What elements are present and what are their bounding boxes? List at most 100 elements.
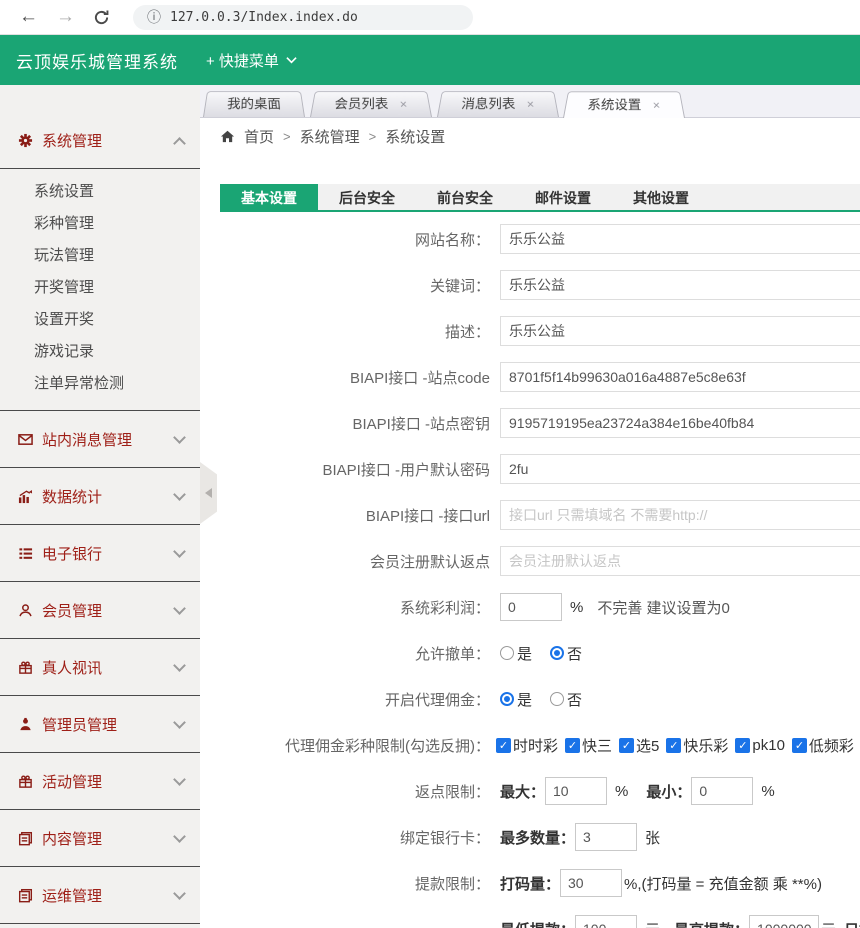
- system-submenu: 系统设置 彩种管理 玩法管理 开奖管理 设置开奖 游戏记录 注单异常检测: [0, 169, 200, 410]
- radio-label[interactable]: 是: [517, 643, 532, 664]
- allow-cancel-yes-radio[interactable]: [500, 646, 514, 660]
- withdraw-min-input[interactable]: [575, 915, 637, 928]
- quick-menu-button[interactable]: + 快捷菜单: [206, 50, 297, 71]
- back-icon[interactable]: ←: [19, 6, 38, 28]
- sidebar-section: 会员管理: [0, 582, 200, 639]
- forward-icon[interactable]: →: [56, 6, 75, 28]
- browser-toolbar: ← → ⓘ 127.0.0.3/Index.index.do: [0, 0, 860, 35]
- site-name-input[interactable]: [500, 224, 860, 254]
- biapi-site-secret-input[interactable]: [500, 408, 860, 438]
- k3-checkbox[interactable]: [565, 738, 580, 753]
- sidebar-item-content-management[interactable]: 内容管理: [0, 810, 200, 866]
- url-bar[interactable]: ⓘ 127.0.0.3/Index.index.do: [133, 5, 473, 30]
- system-profit-input[interactable]: [500, 593, 562, 621]
- envelope-icon: [18, 432, 33, 447]
- unit-label: 元: [645, 919, 660, 928]
- description-input[interactable]: [500, 316, 860, 346]
- tab-basic-settings[interactable]: 基本设置: [220, 184, 318, 212]
- register-rebate-input[interactable]: [500, 546, 860, 576]
- dama-input[interactable]: [560, 869, 622, 897]
- withdraw-max-input[interactable]: [749, 915, 819, 928]
- close-icon[interactable]: ×: [399, 92, 409, 117]
- sidebar-item-live-video[interactable]: 真人视讯: [0, 639, 200, 695]
- field-label: BIAPI接口 -站点code: [220, 367, 490, 388]
- agent-commission-yes-radio[interactable]: [500, 692, 514, 706]
- checkbox-label[interactable]: 时时彩: [513, 735, 558, 756]
- radio-label[interactable]: 是: [517, 689, 532, 710]
- breadcrumb-home[interactable]: 首页: [244, 126, 274, 147]
- sidebar-item-lottery-management[interactable]: 彩种管理: [0, 208, 200, 240]
- tab-system-settings[interactable]: 系统设置 ×: [563, 91, 685, 118]
- form-row: 允许撤单： 是 否: [220, 630, 860, 676]
- sidebar-item-play-management[interactable]: 玩法管理: [0, 240, 200, 272]
- sidebar-item-label: 内容管理: [42, 828, 175, 849]
- tab-label: 会员列表: [333, 92, 389, 117]
- chart-icon: [18, 489, 33, 504]
- breadcrumb: 首页 > 系统管理 > 系统设置: [200, 118, 860, 155]
- tab-member-list[interactable]: 会员列表 ×: [310, 91, 432, 117]
- breadcrumb-system-management[interactable]: 系统管理: [300, 126, 360, 147]
- field-label: 系统彩利润：: [220, 597, 490, 618]
- rebate-max-input[interactable]: [545, 777, 607, 805]
- sidebar-item-data-statistics[interactable]: 数据统计: [0, 468, 200, 524]
- list-icon: [18, 546, 33, 561]
- form-row: 提款限制： 打码量： %,(打码量 = 充值金额 乘 **%): [220, 860, 860, 906]
- sidebar-item-ops-management[interactable]: 运维管理: [0, 867, 200, 923]
- agent-commission-no-radio[interactable]: [550, 692, 564, 706]
- tab-label: 我的桌面: [226, 92, 282, 117]
- tab-frontend-security[interactable]: 前台安全: [416, 184, 514, 212]
- biapi-site-code-input[interactable]: [500, 362, 860, 392]
- biapi-url-input[interactable]: [500, 500, 860, 530]
- checkbox-label[interactable]: 低频彩: [809, 735, 854, 756]
- klc-checkbox[interactable]: [666, 738, 681, 753]
- sidebar-section: 活动管理: [0, 753, 200, 810]
- sidebar-item-game-records[interactable]: 游戏记录: [0, 336, 200, 368]
- sidebar-item-system-management[interactable]: 系统管理: [0, 113, 200, 169]
- close-icon[interactable]: ×: [525, 92, 535, 117]
- pk10-checkbox[interactable]: [735, 738, 750, 753]
- user-icon: [18, 603, 33, 618]
- site-info-icon[interactable]: ⓘ: [147, 7, 161, 27]
- sidebar-item-draw-settings[interactable]: 设置开奖: [0, 304, 200, 336]
- ssc-checkbox[interactable]: [496, 738, 511, 753]
- profit-hint: 不完善 建议设置为0: [597, 597, 730, 618]
- biapi-default-password-input[interactable]: [500, 454, 860, 484]
- close-icon[interactable]: ×: [652, 93, 662, 118]
- triangle-left-icon: [205, 488, 212, 498]
- url-text[interactable]: 127.0.0.3/Index.index.do: [170, 10, 358, 25]
- checkbox-label[interactable]: 快乐彩: [683, 735, 728, 756]
- sidebar-section: 管理员管理: [0, 696, 200, 753]
- tab-my-desktop[interactable]: 我的桌面: [203, 91, 305, 117]
- bank-card-qty-input[interactable]: [575, 823, 637, 851]
- checkbox-label[interactable]: 选5: [636, 735, 659, 756]
- checkbox-label[interactable]: 快三: [582, 735, 612, 756]
- x5-checkbox[interactable]: [619, 738, 634, 753]
- radio-label[interactable]: 否: [567, 689, 582, 710]
- sidebar: 系统管理 系统设置 彩种管理 玩法管理 开奖管理 设置开奖 游戏记录 注单异常检…: [0, 85, 200, 928]
- sidebar-item-label: 系统管理: [42, 130, 175, 151]
- keywords-input[interactable]: [500, 270, 860, 300]
- sidebar-item-system-settings[interactable]: 系统设置: [0, 176, 200, 208]
- book-icon: [18, 831, 33, 846]
- sidebar-item-admin-management[interactable]: 管理员管理: [0, 696, 200, 752]
- reload-icon[interactable]: [93, 9, 110, 26]
- tab-backend-security[interactable]: 后台安全: [318, 184, 416, 212]
- allow-cancel-no-radio[interactable]: [550, 646, 564, 660]
- tab-mail-settings[interactable]: 邮件设置: [514, 184, 612, 212]
- form-row: 描述：: [220, 308, 860, 354]
- tab-message-list[interactable]: 消息列表 ×: [437, 91, 559, 117]
- sidebar-item-activity-management[interactable]: 活动管理: [0, 753, 200, 809]
- sidebar-item-member-management[interactable]: 会员管理: [0, 582, 200, 638]
- sidebar-item-message-management[interactable]: 站内消息管理: [0, 411, 200, 467]
- dpc-checkbox[interactable]: [792, 738, 807, 753]
- sidebar-item-label: 站内消息管理: [42, 429, 175, 450]
- tab-other-settings[interactable]: 其他设置: [612, 184, 710, 212]
- sidebar-item-draw-management[interactable]: 开奖管理: [0, 272, 200, 304]
- rebate-min-input[interactable]: [691, 777, 753, 805]
- checkbox-label[interactable]: pk10: [752, 737, 785, 754]
- sidebar-item-label: 数据统计: [42, 486, 175, 507]
- sidebar-item-e-bank[interactable]: 电子银行: [0, 525, 200, 581]
- sidebar-item-bet-anomaly-check[interactable]: 注单异常检测: [0, 368, 200, 400]
- breadcrumb-system-settings[interactable]: 系统设置: [385, 126, 445, 147]
- radio-label[interactable]: 否: [567, 643, 582, 664]
